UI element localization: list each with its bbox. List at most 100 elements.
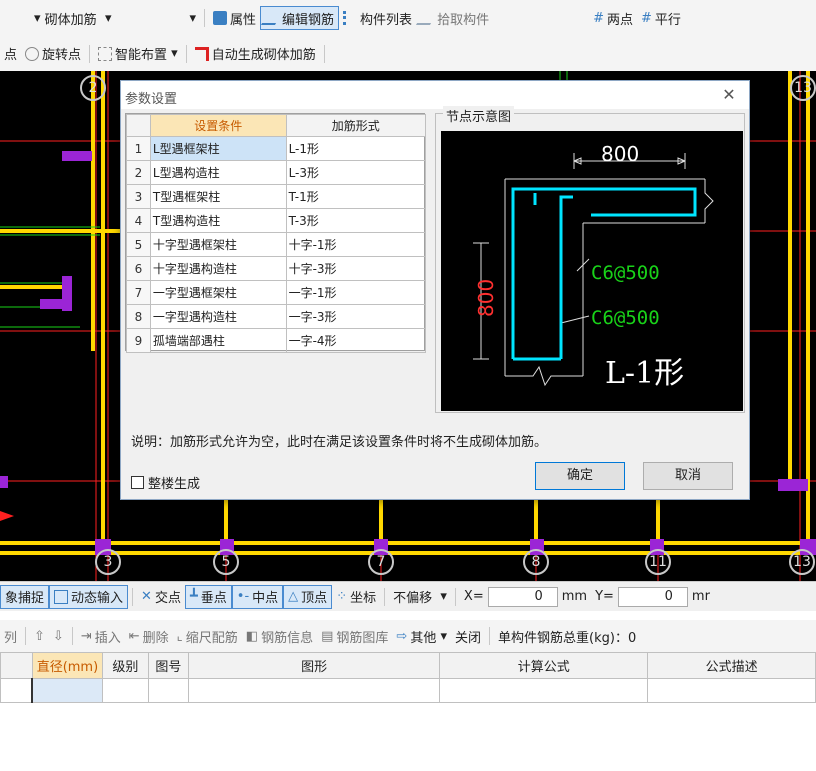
rebar-library-button[interactable]: ▤ 钢筋图库	[317, 624, 392, 648]
condition-cell[interactable]: 十字型遇构造柱	[149, 256, 287, 281]
rebar-toolbar: 列 ⇧ ⇩ ⇥ 插入 ⇤ 删除 ⌞ 缩尺配筋 ◧ 钢筋信息 ▤ 钢筋图库 ⇨ 其他 ▾ 关闭…	[0, 620, 816, 652]
form-cell[interactable]: L-1形	[285, 136, 427, 161]
condition-row[interactable]: 8 一字型遇构造柱 一字-3形	[126, 304, 427, 329]
form-cell[interactable]: T-1形	[285, 184, 427, 209]
vertex-icon: △	[288, 589, 299, 604]
edit-rebar-button[interactable]: 编辑钢筋	[260, 6, 340, 30]
form-cell[interactable]: 一字-3形	[285, 304, 427, 329]
table-row[interactable]	[0, 678, 816, 703]
condition-cell[interactable]: 十字型遇框架柱	[149, 232, 287, 257]
edit-pen-icon	[260, 11, 284, 25]
checkbox-box[interactable]	[131, 476, 144, 489]
condition-row[interactable]: 7 一字型遇框架柱 一字-1形	[126, 280, 427, 305]
condition-cell[interactable]: L型遇构造柱	[149, 160, 287, 185]
pick-component-button[interactable]: 拾取构件	[416, 6, 493, 30]
x-label: X=	[463, 589, 484, 604]
shape-label: L-1形	[605, 356, 684, 391]
ok-button[interactable]: 确定	[535, 462, 625, 490]
dialog-title: 参数设置	[121, 81, 749, 109]
intersection-icon: ✕	[141, 589, 152, 604]
condition-row[interactable]: 9 孤墙端部遇柱 一字-4形	[126, 328, 427, 353]
rotate-point-button[interactable]: 旋转点	[21, 42, 85, 66]
row-number: 9	[126, 328, 151, 353]
other-dropdown[interactable]: ⇨ 其他 ▾	[392, 624, 451, 648]
col-shape[interactable]: 图形	[187, 652, 441, 679]
pick-icon	[416, 11, 439, 25]
parallel-button[interactable]: # 平行	[637, 6, 685, 30]
close-button[interactable]: 关闭	[451, 624, 485, 648]
x-unit: mm	[561, 589, 588, 604]
offset-dropdown[interactable]: 不偏移 ▾	[389, 585, 451, 609]
midpoint-snap[interactable]: •- 中点	[231, 584, 284, 609]
y-unit: mr	[691, 589, 710, 604]
info-icon: ◧	[245, 628, 259, 644]
y-label: Y=	[595, 589, 614, 604]
attribute-button[interactable]: 属性	[209, 6, 260, 30]
preview-label: 节点示意图	[443, 106, 515, 125]
move-down-button[interactable]: ⇩	[49, 624, 68, 648]
move-up-button[interactable]: ⇧	[30, 624, 49, 648]
condition-cell[interactable]: 一字型遇框架柱	[149, 280, 287, 305]
main-toolbar: ▾ 砌体加筋 ▾ ▾ 属性 编辑钢筋 构件列表 拾取构件 # 两点 # 平行	[0, 0, 816, 36]
condition-cell[interactable]: 孤墙端部遇柱	[149, 328, 287, 353]
col-header-condition[interactable]: 设置条件	[149, 114, 287, 137]
condition-row[interactable]: 2 L型遇构造柱 L-3形	[126, 160, 427, 185]
condition-cell[interactable]: 一字型遇构造柱	[149, 304, 287, 329]
rebar-info-button[interactable]: ◧ 钢筋信息	[242, 624, 317, 648]
row-number: 7	[126, 280, 151, 305]
col-header-form[interactable]: 加筋形式	[285, 114, 427, 137]
perpendicular-snap[interactable]: ┻ 垂点	[184, 584, 232, 609]
col-formula-desc[interactable]: 公式描述	[647, 652, 816, 679]
form-cell[interactable]: 十字-1形	[285, 232, 427, 257]
parameter-settings-dialog: 参数设置 ✕ 设置条件 加筋形式 1 L型遇框架柱 L-1形 2 L型遇构造柱 L-3形 3…	[120, 80, 750, 500]
scale-rebar-button[interactable]: ⌞ 缩尺配筋	[173, 624, 242, 648]
element-type-dropdown[interactable]: ▾ 砌体加筋 ▾	[30, 6, 115, 30]
axis-label-bottom: 11	[645, 549, 671, 575]
insert-button[interactable]: ⇥ 插入	[77, 624, 125, 648]
condition-row[interactable]: 5 十字型遇框架柱 十字-1形	[126, 232, 427, 257]
form-cell[interactable]: L-3形	[285, 160, 427, 185]
dim-horizontal: 800	[601, 142, 639, 166]
condition-row[interactable]: 1 L型遇框架柱 L-1形	[126, 136, 427, 161]
axis-label-top: 2	[80, 75, 106, 101]
vertex-snap[interactable]: △ 顶点	[283, 584, 333, 609]
axis-label-top: 13	[790, 75, 816, 101]
col-figure-no[interactable]: 图号	[147, 652, 189, 679]
whole-floor-checkbox[interactable]: 整楼生成	[131, 473, 200, 492]
col-grade[interactable]: 级别	[101, 652, 149, 679]
smart-layout-button[interactable]: 智能布置 ▾	[94, 42, 182, 66]
axis-label-bottom: 5	[213, 549, 239, 575]
rebar-table: 直径(mm) 级别 图号 图形 计算公式 公式描述	[0, 652, 816, 703]
object-snap-toggle[interactable]: 象捕捉	[0, 584, 50, 609]
col-diameter[interactable]: 直径(mm)	[31, 652, 103, 679]
coordinate-icon: ⁘	[336, 589, 348, 604]
rebar-label-1: C6@500	[591, 262, 660, 284]
condition-row[interactable]: 3 T型遇框架柱 T-1形	[126, 184, 427, 209]
auto-generate-button[interactable]: 自动生成砌体加筋	[191, 42, 320, 66]
total-weight-label: 单构件钢筋总重(kg)：0	[498, 630, 637, 646]
intersection-snap[interactable]: ✕ 交点	[137, 585, 185, 609]
condition-cell[interactable]: L型遇框架柱	[149, 136, 287, 161]
condition-cell[interactable]: T型遇构造柱	[149, 208, 287, 233]
condition-row[interactable]: 6 十字型遇构造柱 十字-3形	[126, 256, 427, 281]
form-cell[interactable]: 一字-4形	[285, 328, 427, 353]
note-text: 说明：加筋形式允许为空，此时在满足该设置条件时将不生成砌体加筋。	[131, 435, 548, 450]
y-coordinate-input[interactable]: 0	[617, 586, 688, 607]
form-cell[interactable]: T-3形	[285, 208, 427, 233]
delete-button[interactable]: ⇤ 删除	[125, 624, 173, 648]
cancel-button[interactable]: 取消	[643, 462, 733, 490]
coordinate-snap[interactable]: ⁘ 坐标	[332, 585, 380, 609]
form-cell[interactable]: 一字-1形	[285, 280, 427, 305]
dynamic-input-toggle[interactable]: 动态输入	[49, 584, 129, 609]
col-formula[interactable]: 计算公式	[439, 652, 649, 679]
close-icon[interactable]: ✕	[719, 85, 739, 105]
row-number: 3	[126, 184, 151, 209]
point-button[interactable]: 点	[0, 42, 21, 66]
component-dropdown-arrow[interactable]: ▾	[185, 6, 200, 30]
form-cell[interactable]: 十字-3形	[285, 256, 427, 281]
two-points-button[interactable]: # 两点	[589, 6, 637, 30]
condition-row[interactable]: 4 T型遇构造柱 T-3形	[126, 208, 427, 233]
condition-cell[interactable]: T型遇框架柱	[149, 184, 287, 209]
component-list-button[interactable]: 构件列表	[339, 6, 416, 30]
x-coordinate-input[interactable]: 0	[487, 586, 558, 607]
